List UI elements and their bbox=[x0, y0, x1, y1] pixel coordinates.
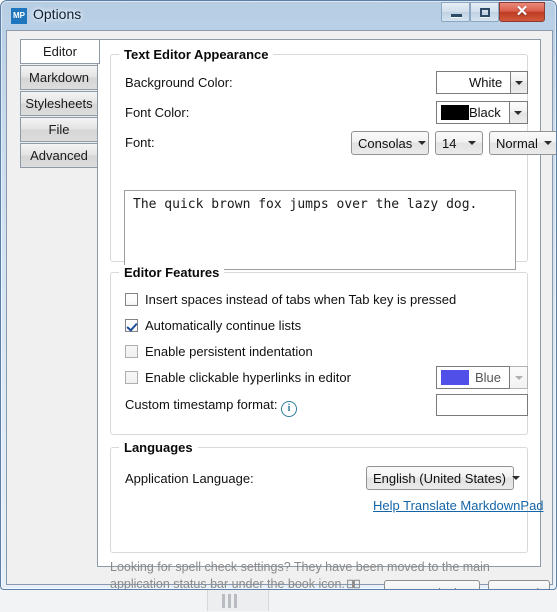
application-language-label: Application Language: bbox=[125, 471, 254, 486]
tab-file[interactable]: File bbox=[20, 117, 98, 142]
font-style-combo[interactable]: Normal bbox=[489, 131, 557, 155]
close-icon: ✕ bbox=[500, 3, 544, 21]
title-bar: MP Options ✕ bbox=[1, 1, 556, 30]
font-size-combo[interactable]: 14 bbox=[435, 131, 483, 155]
checkbox-persistent-indentation[interactable]: Enable persistent indentation bbox=[125, 344, 313, 359]
chevron-down-icon bbox=[515, 81, 523, 85]
checkbox-insert-spaces-label: Insert spaces instead of tabs when Tab k… bbox=[145, 292, 456, 307]
timestamp-format-label: Custom timestamp format: i bbox=[125, 397, 297, 417]
checkbox-continue-lists[interactable]: Automatically continue lists bbox=[125, 318, 301, 333]
chevron-down-icon bbox=[512, 476, 520, 480]
background-color-swatch bbox=[441, 75, 469, 90]
chevron-down-icon bbox=[468, 141, 476, 145]
help-translate-link[interactable]: Help Translate MarkdownPad bbox=[373, 498, 544, 513]
cancel-button[interactable]: Cancel bbox=[488, 580, 550, 590]
settings-tab-list: Editor Markdown Stylesheets File Advance… bbox=[20, 39, 98, 169]
checkbox-persistent-indentation-label: Enable persistent indentation bbox=[145, 344, 313, 359]
background-color-dropdown-arrow[interactable] bbox=[511, 71, 528, 94]
chevron-down-icon bbox=[514, 111, 522, 115]
font-preview-text: The quick brown fox jumps over the lazy … bbox=[133, 197, 507, 212]
checkbox-continue-lists-box[interactable] bbox=[125, 319, 138, 332]
minimize-button[interactable] bbox=[441, 2, 470, 22]
markdownpad-logo-icon: MP bbox=[11, 8, 27, 24]
editor-settings-panel: Text Editor Appearance Background Color:… bbox=[97, 39, 541, 567]
save-and-close-button[interactable]: Save and Close bbox=[384, 580, 480, 590]
maximize-button[interactable] bbox=[470, 2, 499, 22]
background-app-widget bbox=[207, 589, 269, 611]
hyperlink-color-dropdown-arrow[interactable] bbox=[510, 366, 528, 389]
font-label: Font: bbox=[125, 135, 155, 150]
font-color-value: Black bbox=[469, 105, 509, 120]
info-icon[interactable]: i bbox=[281, 401, 297, 417]
application-language-value: English (United States) bbox=[373, 471, 506, 486]
font-style-value: Normal bbox=[496, 136, 538, 151]
font-family-combo[interactable]: Consolas bbox=[351, 131, 429, 155]
checkbox-insert-spaces-box[interactable] bbox=[125, 293, 138, 306]
hyperlink-color-swatch bbox=[441, 370, 469, 385]
book-icon bbox=[347, 577, 360, 587]
minimize-icon bbox=[451, 14, 462, 17]
features-group-title: Editor Features bbox=[119, 265, 224, 280]
editor-features-group: Editor Features Insert spaces instead of… bbox=[110, 272, 528, 435]
font-color-face: Black bbox=[436, 101, 510, 124]
application-language-combo[interactable]: English (United States) bbox=[366, 466, 514, 490]
timestamp-format-input[interactable] bbox=[436, 394, 528, 416]
spell-check-hint-line2: status bar under the book icon. bbox=[173, 577, 345, 590]
timestamp-format-text: Custom timestamp format: bbox=[125, 397, 277, 412]
options-dialog-window: MP Options ✕ Editor Markdown Stylesheets… bbox=[0, 0, 557, 590]
appearance-group-title: Text Editor Appearance bbox=[119, 47, 273, 62]
tab-markdown[interactable]: Markdown bbox=[20, 65, 98, 90]
languages-group: Languages Application Language: English … bbox=[110, 447, 528, 553]
hyperlink-color-value: Blue bbox=[469, 370, 509, 385]
background-color-face: White bbox=[436, 71, 511, 94]
font-family-value: Consolas bbox=[358, 136, 412, 151]
font-color-label: Font Color: bbox=[125, 105, 189, 120]
checkbox-clickable-hyperlinks-label: Enable clickable hyperlinks in editor bbox=[145, 370, 351, 385]
background-color-label: Background Color: bbox=[125, 75, 233, 90]
maximize-icon bbox=[480, 8, 490, 17]
checkbox-clickable-hyperlinks[interactable]: Enable clickable hyperlinks in editor bbox=[125, 370, 351, 385]
dialog-client-area: Editor Markdown Stylesheets File Advance… bbox=[6, 30, 553, 585]
hyperlink-color-face: Blue bbox=[436, 366, 510, 389]
font-size-value: 14 bbox=[442, 136, 462, 151]
font-preview-box: The quick brown fox jumps over the lazy … bbox=[124, 190, 516, 270]
background-color-value: White bbox=[469, 75, 510, 90]
checkbox-clickable-hyperlinks-box[interactable] bbox=[125, 371, 138, 384]
checkbox-continue-lists-label: Automatically continue lists bbox=[145, 318, 301, 333]
font-color-swatch bbox=[441, 105, 469, 120]
font-color-combo[interactable]: Black bbox=[436, 101, 528, 124]
close-button[interactable]: ✕ bbox=[499, 2, 545, 22]
font-color-dropdown-arrow[interactable] bbox=[510, 101, 528, 124]
background-color-combo[interactable]: White bbox=[436, 71, 528, 94]
chevron-down-icon bbox=[544, 141, 552, 145]
chevron-down-icon bbox=[515, 376, 523, 380]
background-app-statusbar bbox=[0, 588, 557, 612]
window-title: Options bbox=[33, 6, 81, 22]
tab-editor[interactable]: Editor bbox=[20, 39, 100, 64]
tab-stylesheets[interactable]: Stylesheets bbox=[20, 91, 98, 116]
tab-advanced[interactable]: Advanced bbox=[20, 143, 98, 168]
chevron-down-icon bbox=[418, 141, 426, 145]
checkbox-insert-spaces[interactable]: Insert spaces instead of tabs when Tab k… bbox=[125, 292, 456, 307]
hyperlink-color-combo[interactable]: Blue bbox=[436, 366, 528, 389]
languages-group-title: Languages bbox=[119, 440, 198, 455]
checkbox-persistent-indentation-box[interactable] bbox=[125, 345, 138, 358]
